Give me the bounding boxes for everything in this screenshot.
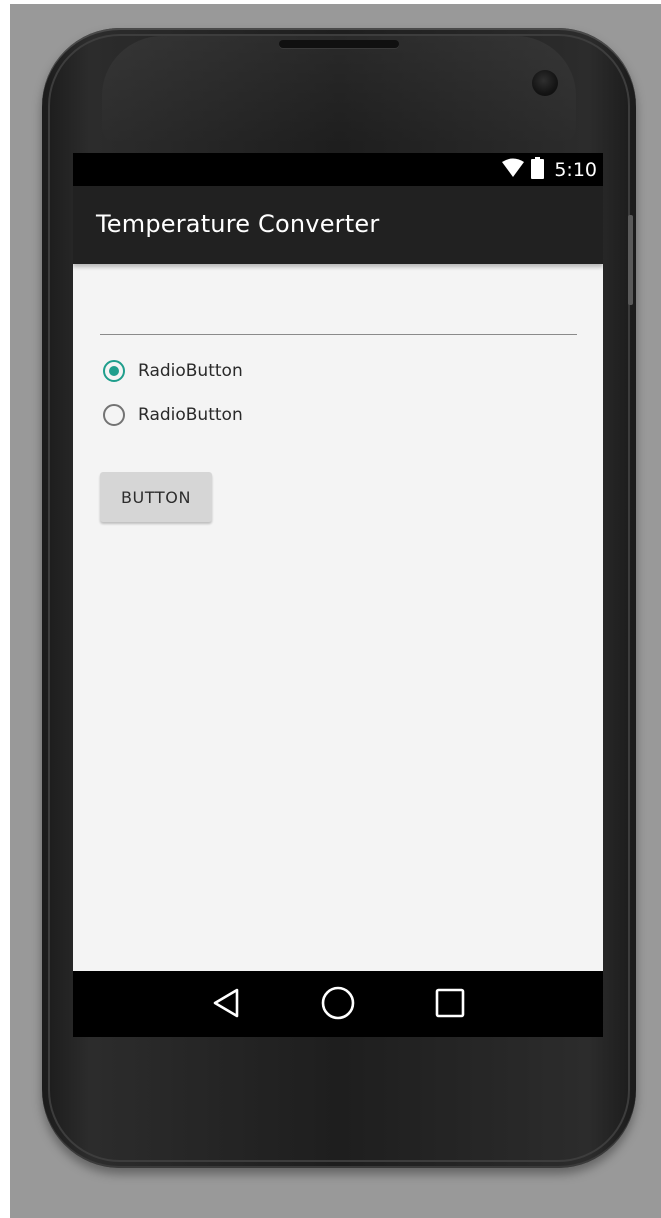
status-bar: 5:10 xyxy=(73,153,603,186)
wifi-icon xyxy=(501,158,525,182)
radio-label-1: RadioButton xyxy=(138,361,243,381)
home-icon xyxy=(320,985,356,1025)
radio-unchecked-icon[interactable] xyxy=(103,404,125,426)
front-camera-icon xyxy=(532,70,558,96)
recents-icon xyxy=(434,987,466,1023)
battery-icon xyxy=(531,157,545,183)
navigation-bar xyxy=(73,971,603,1037)
status-time: 5:10 xyxy=(554,159,597,181)
back-icon xyxy=(211,987,241,1023)
earpiece-speaker xyxy=(279,40,399,48)
phone-screen: 5:10 Temperature Converter RadioButton R… xyxy=(73,153,603,1037)
convert-button[interactable]: BUTTON xyxy=(100,472,212,522)
recents-button[interactable] xyxy=(430,985,470,1025)
phone-top-sheen xyxy=(102,36,576,146)
content-area: RadioButton RadioButton BUTTON xyxy=(73,264,603,971)
home-button[interactable] xyxy=(318,985,358,1025)
emulator-stage: 5:10 Temperature Converter RadioButton R… xyxy=(0,0,661,1218)
status-icons: 5:10 xyxy=(501,157,597,183)
app-title: Temperature Converter xyxy=(96,210,380,238)
radio-option-2[interactable]: RadioButton xyxy=(103,404,243,426)
radio-checked-icon[interactable] xyxy=(103,360,125,382)
temperature-input[interactable] xyxy=(100,304,577,335)
power-button[interactable] xyxy=(628,215,633,305)
radio-label-2: RadioButton xyxy=(138,405,243,425)
back-button[interactable] xyxy=(206,985,246,1025)
action-bar: Temperature Converter xyxy=(73,186,603,264)
radio-option-1[interactable]: RadioButton xyxy=(103,360,243,382)
